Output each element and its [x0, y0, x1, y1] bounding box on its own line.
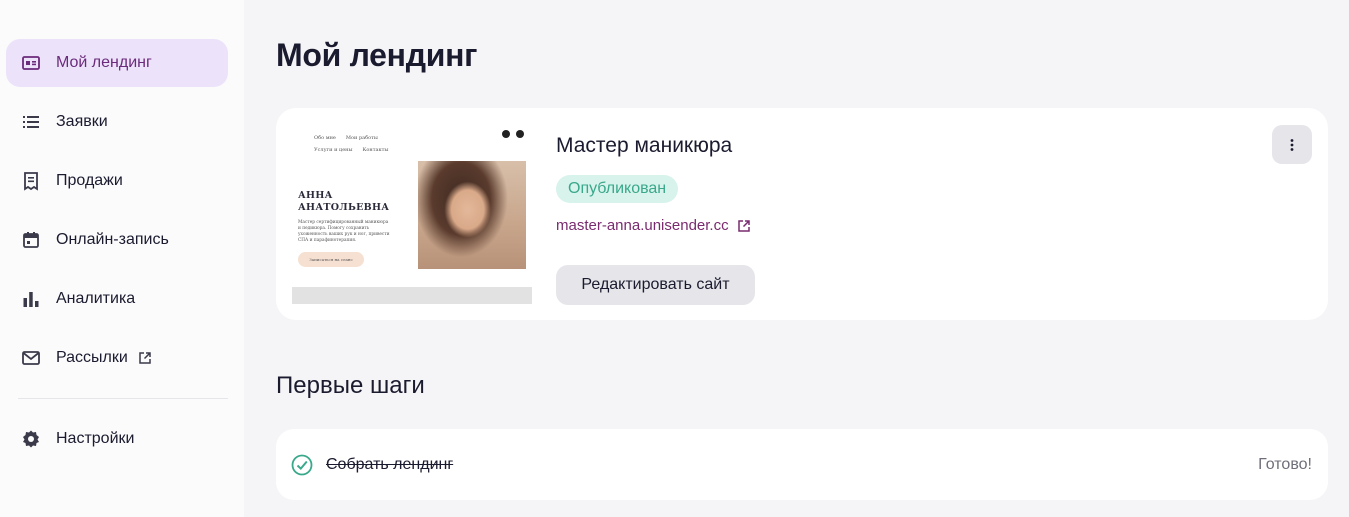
- preview-description: Мастер сертифицированный маникюра и педи…: [298, 220, 390, 243]
- sidebar-item-label: Настройки: [56, 430, 135, 447]
- check-circle-icon: [291, 454, 313, 476]
- bar-chart-icon: [20, 288, 42, 310]
- site-name: Мастер маникюра: [556, 134, 733, 157]
- more-vertical-icon: [1290, 138, 1294, 151]
- external-link-icon: [737, 219, 751, 233]
- step-status: Готово!: [1258, 456, 1312, 473]
- sidebar-item-label: Заявки: [56, 113, 108, 130]
- telegram-icon: [502, 130, 510, 138]
- sidebar-item-sales[interactable]: Продажи: [6, 157, 228, 205]
- sidebar-item-settings[interactable]: Настройки: [6, 415, 228, 463]
- calendar-icon: [20, 229, 42, 251]
- preview-button: Записаться на сеанс: [298, 252, 364, 267]
- sidebar-item-label: Продажи: [56, 172, 123, 189]
- sidebar: Мой лендинг Заявки Продажи Онлайн-запись…: [0, 0, 244, 517]
- page-title: Мой лендинг: [276, 37, 478, 73]
- site-url-link[interactable]: master-anna.unisender.cc: [556, 217, 751, 234]
- first-steps-title: Первые шаги: [276, 372, 425, 399]
- sidebar-item-booking[interactable]: Онлайн-запись: [6, 216, 228, 264]
- step-label: Собрать лендинг: [326, 456, 454, 473]
- sidebar-item-my-landing[interactable]: Мой лендинг: [6, 39, 228, 87]
- preview-name: АННА АНАТОЛЬЕВНА: [298, 190, 390, 213]
- preview-footer-strip: [292, 287, 532, 304]
- gear-icon: [20, 428, 42, 450]
- sidebar-item-mailings[interactable]: Рассылки: [6, 334, 228, 382]
- list-icon: [20, 111, 42, 133]
- external-link-icon: [138, 351, 152, 365]
- site-url-text: master-anna.unisender.cc: [556, 217, 729, 234]
- sidebar-item-label: Мой лендинг: [56, 54, 152, 71]
- sidebar-item-label: Рассылки: [56, 349, 128, 366]
- sidebar-item-analytics[interactable]: Аналитика: [6, 275, 228, 323]
- sidebar-item-requests[interactable]: Заявки: [6, 98, 228, 146]
- preview-nav: Обо мне Мои работы Услуги и цены Контакты: [314, 135, 389, 153]
- receipt-icon: [20, 170, 42, 192]
- site-card: Обо мне Мои работы Услуги и цены Контакты …: [276, 108, 1328, 320]
- mail-icon: [20, 347, 42, 369]
- preview-social: [502, 130, 524, 138]
- step-row: Собрать лендинг Готово!: [276, 429, 1328, 500]
- preview-photo: [418, 161, 526, 269]
- main-content: Мой лендинг Обо мне Мои работы Услуги и ц…: [244, 0, 1349, 517]
- landing-icon: [20, 52, 42, 74]
- status-badge: Опубликован: [556, 175, 679, 203]
- site-preview[interactable]: Обо мне Мои работы Услуги и цены Контакты …: [292, 124, 532, 304]
- whatsapp-icon: [516, 130, 524, 138]
- sidebar-divider: [18, 398, 228, 399]
- edit-site-button[interactable]: Редактировать сайт: [556, 265, 755, 305]
- sidebar-item-label: Онлайн-запись: [56, 231, 169, 248]
- sidebar-item-label: Аналитика: [56, 290, 136, 307]
- more-options-button[interactable]: [1272, 125, 1312, 164]
